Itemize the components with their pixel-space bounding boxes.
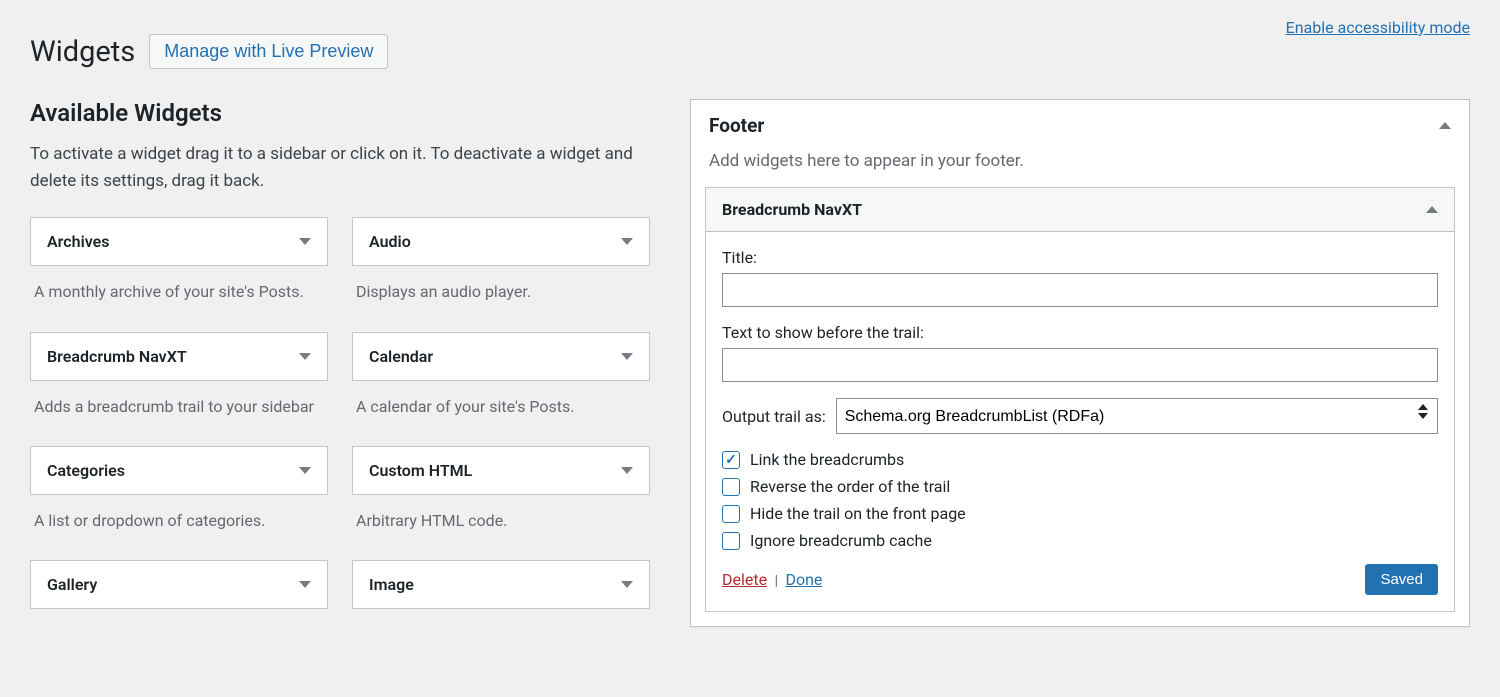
caret-up-icon xyxy=(1439,122,1451,129)
title-input[interactable] xyxy=(722,273,1438,307)
available-widget-description: Adds a breadcrumb trail to your sidebar xyxy=(30,381,328,428)
available-widget-name: Audio xyxy=(369,232,411,251)
sidebar-area-toggle[interactable]: Footer xyxy=(691,100,1469,151)
sidebar-area-description: Add widgets here to appear in your foote… xyxy=(691,151,1469,187)
caret-down-icon xyxy=(621,467,633,474)
available-widget: Custom HTML Arbitrary HTML code. xyxy=(352,446,650,542)
available-widget-header[interactable]: Categories xyxy=(30,446,328,495)
available-widget-name: Breadcrumb NavXT xyxy=(47,347,187,366)
title-label: Title: xyxy=(722,248,1438,267)
available-widget-header[interactable]: Gallery xyxy=(30,560,328,609)
delete-link[interactable]: Delete xyxy=(722,570,767,589)
checkbox-label: Link the breadcrumbs xyxy=(750,450,904,469)
checkbox-label: Reverse the order of the trail xyxy=(750,477,950,496)
available-widget-name: Image xyxy=(369,575,414,594)
output-select[interactable]: Schema.org BreadcrumbList (RDFa) xyxy=(836,398,1438,434)
live-preview-button[interactable]: Manage with Live Preview xyxy=(149,34,388,69)
available-widget-header[interactable]: Custom HTML xyxy=(352,446,650,495)
checkbox-row: Reverse the order of the trail xyxy=(722,477,1438,496)
checkbox-label: Ignore breadcrumb cache xyxy=(750,531,932,550)
available-widget: Archives A monthly archive of your site'… xyxy=(30,217,328,313)
available-widget-name: Archives xyxy=(47,232,109,251)
widget-instance-toggle[interactable]: Breadcrumb NavXT xyxy=(706,188,1454,232)
available-widget-name: Calendar xyxy=(369,347,433,366)
available-widget: Image xyxy=(352,560,650,633)
sidebar-area-footer: Footer Add widgets here to appear in you… xyxy=(690,99,1470,627)
caret-down-icon xyxy=(621,581,633,588)
checkbox[interactable] xyxy=(722,532,740,550)
available-widget: Calendar A calendar of your site's Posts… xyxy=(352,332,650,428)
checkbox[interactable] xyxy=(722,478,740,496)
caret-up-icon xyxy=(1426,206,1438,213)
available-widget-header[interactable]: Audio xyxy=(352,217,650,266)
available-widget-name: Custom HTML xyxy=(369,461,472,480)
available-widget-description: Displays an audio player. xyxy=(352,266,650,313)
done-link[interactable]: Done xyxy=(785,570,822,589)
sidebar-area-name: Footer xyxy=(709,114,764,137)
available-widgets-description: To activate a widget drag it to a sideba… xyxy=(30,141,650,195)
available-widget-description xyxy=(30,609,328,633)
available-widget-description: A calendar of your site's Posts. xyxy=(352,381,650,428)
caret-down-icon xyxy=(621,353,633,360)
checkbox-row: Ignore breadcrumb cache xyxy=(722,531,1438,550)
available-widget-header[interactable]: Breadcrumb NavXT xyxy=(30,332,328,381)
caret-down-icon xyxy=(621,238,633,245)
available-widget-header[interactable]: Image xyxy=(352,560,650,609)
checkbox-row: Link the breadcrumbs xyxy=(722,450,1438,469)
available-widget: Audio Displays an audio player. xyxy=(352,217,650,313)
available-widget-description xyxy=(352,609,650,633)
checkbox[interactable] xyxy=(722,505,740,523)
caret-down-icon xyxy=(299,581,311,588)
save-button[interactable]: Saved xyxy=(1365,564,1438,595)
available-widget: Breadcrumb NavXT Adds a breadcrumb trail… xyxy=(30,332,328,428)
available-widget-name: Gallery xyxy=(47,575,97,594)
checkbox-label: Hide the trail on the front page xyxy=(750,504,966,523)
available-widget-header[interactable]: Archives xyxy=(30,217,328,266)
caret-down-icon xyxy=(299,353,311,360)
pretext-input[interactable] xyxy=(722,348,1438,382)
checkbox-row: Hide the trail on the front page xyxy=(722,504,1438,523)
widget-instance-name: Breadcrumb NavXT xyxy=(722,200,862,219)
available-widget-description: A list or dropdown of categories. xyxy=(30,495,328,542)
page-title: Widgets xyxy=(30,35,135,69)
available-widget-description: A monthly archive of your site's Posts. xyxy=(30,266,328,313)
checkbox[interactable] xyxy=(722,451,740,469)
output-label: Output trail as: xyxy=(722,407,826,426)
caret-down-icon xyxy=(299,238,311,245)
available-widget: Categories A list or dropdown of categor… xyxy=(30,446,328,542)
available-widget-description: Arbitrary HTML code. xyxy=(352,495,650,542)
pretext-label: Text to show before the trail: xyxy=(722,323,1438,342)
available-widget-header[interactable]: Calendar xyxy=(352,332,650,381)
accessibility-mode-link[interactable]: Enable accessibility mode xyxy=(1286,18,1470,37)
available-widget-name: Categories xyxy=(47,461,125,480)
action-separator: | xyxy=(775,573,778,589)
available-widgets-heading: Available Widgets xyxy=(30,99,650,127)
available-widget: Gallery xyxy=(30,560,328,633)
widget-instance: Breadcrumb NavXT Title: Text to show bef… xyxy=(705,187,1455,612)
caret-down-icon xyxy=(299,467,311,474)
